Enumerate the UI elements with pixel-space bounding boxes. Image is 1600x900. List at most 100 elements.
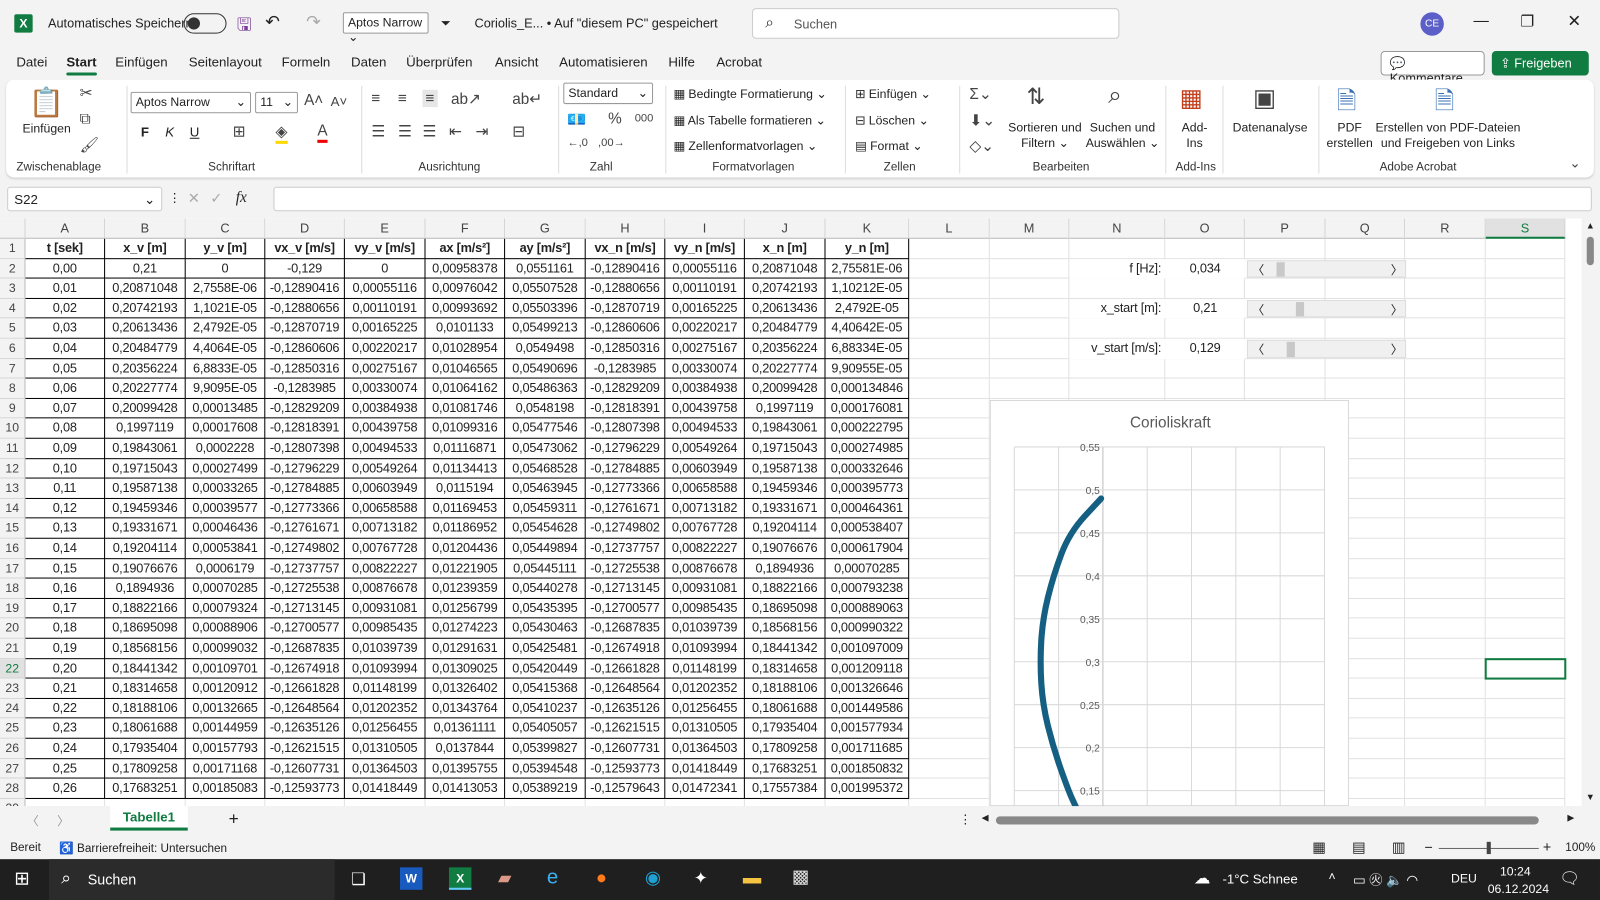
cell-G27[interactable]: 0,05394548 (505, 758, 586, 779)
align-right-icon[interactable]: ☰ (422, 122, 436, 140)
column-header-A[interactable]: A (25, 218, 106, 239)
data-analysis-button[interactable]: Datenanalyse (1233, 120, 1308, 134)
cell-M7[interactable] (989, 358, 1070, 379)
cell-F23[interactable]: 0,01326402 (425, 678, 506, 699)
cell-L6[interactable] (909, 338, 990, 359)
column-header-L[interactable]: L (909, 218, 990, 239)
cell-H18[interactable]: -0,12713145 (585, 578, 666, 599)
cell-J15[interactable]: 0,19204114 (744, 518, 826, 539)
cell-K25[interactable]: 0,001577934 (825, 718, 910, 739)
cell-L24[interactable] (909, 698, 990, 719)
cell-J2[interactable]: 0,20871048 (744, 258, 826, 279)
cell-S14[interactable] (1485, 498, 1566, 519)
cell-R3[interactable] (1405, 278, 1486, 299)
cell-E7[interactable]: 0,00275167 (344, 358, 426, 379)
cell-B11[interactable]: 0,19843061 (105, 438, 186, 459)
cell-G22[interactable]: 0,05420449 (505, 658, 586, 679)
bold-button[interactable]: F (141, 124, 149, 139)
cell-S21[interactable] (1485, 638, 1566, 659)
row-header-18[interactable]: 18 (0, 578, 26, 599)
cell-F20[interactable]: 0,01274223 (425, 618, 506, 639)
cell-S4[interactable] (1485, 298, 1566, 319)
number-format-select[interactable]: Standard ⌄ (563, 82, 654, 105)
cell-B1[interactable]: x_v [m] (105, 238, 186, 259)
font-color-icon[interactable]: A (317, 122, 328, 143)
row-header-23[interactable]: 23 (0, 678, 26, 699)
scroll-up-icon[interactable]: ▲ (1586, 220, 1595, 230)
addins-icon[interactable]: ▦ (1180, 84, 1203, 114)
cell-G7[interactable]: 0,05490696 (505, 358, 586, 379)
cell-M1[interactable] (989, 238, 1070, 259)
column-header-J[interactable]: J (744, 218, 826, 239)
column-header-C[interactable]: C (185, 218, 266, 239)
cell-S20[interactable] (1485, 618, 1566, 639)
slider-v-start[interactable]: 〈〉 (1246, 339, 1407, 358)
cell-S18[interactable] (1485, 578, 1566, 599)
cell-D15[interactable]: -0,12761671 (265, 518, 345, 539)
cell-R2[interactable] (1405, 258, 1486, 279)
cell-S6[interactable] (1485, 338, 1566, 359)
cell-S3[interactable] (1485, 278, 1566, 299)
cell-A26[interactable]: 0,24 (25, 738, 106, 759)
cell-G25[interactable]: 0,05405057 (505, 718, 586, 739)
input-language[interactable]: DEU (1451, 871, 1477, 885)
cell-E17[interactable]: 0,00822227 (344, 558, 426, 579)
cell-H3[interactable]: -0,12880656 (585, 278, 666, 299)
cell-R20[interactable] (1405, 618, 1486, 639)
row-header-16[interactable]: 16 (0, 538, 26, 559)
row-header-27[interactable]: 27 (0, 758, 26, 779)
cell-J20[interactable]: 0,18568156 (744, 618, 826, 639)
cell-A19[interactable]: 0,17 (25, 598, 106, 619)
create-pdf-button[interactable]: PDF erstellen (1327, 120, 1373, 151)
cell-G29[interactable] (505, 798, 586, 807)
cell-K26[interactable]: 0,001711685 (825, 738, 910, 759)
cell-H29[interactable] (586, 798, 666, 807)
clock-date[interactable]: 06.12.2024 (1488, 882, 1549, 896)
cell-B2[interactable]: 0,21 (105, 258, 186, 279)
cell-L26[interactable] (909, 738, 990, 759)
cell-B10[interactable]: 0,1997119 (105, 418, 186, 439)
cell-I22[interactable]: 0,01148199 (665, 658, 745, 679)
cell-K3[interactable]: 1,10212E-05 (825, 278, 910, 299)
cell-E20[interactable]: 0,00985435 (344, 618, 426, 639)
tab-einfuegen[interactable]: Einfügen (115, 54, 167, 69)
cell-I26[interactable]: 0,01364503 (665, 738, 745, 759)
cell-I2[interactable]: 0,00055116 (665, 258, 745, 279)
cell-D29[interactable] (265, 798, 345, 807)
cell-D20[interactable]: -0,12700577 (265, 618, 345, 639)
scroll-down-icon[interactable]: ▼ (1586, 792, 1595, 802)
cell-E23[interactable]: 0,01148199 (344, 678, 426, 699)
cell-F2[interactable]: 0,00958378 (425, 258, 506, 279)
cell-E10[interactable]: 0,00439758 (344, 418, 426, 439)
cell-H24[interactable]: -0,12635126 (585, 698, 666, 719)
cell-F24[interactable]: 0,01343764 (425, 698, 506, 719)
increase-indent-icon[interactable]: ⇥ (476, 122, 489, 140)
cell-S1[interactable] (1485, 238, 1566, 259)
collapse-ribbon-icon[interactable]: ⌄ (1569, 155, 1580, 171)
cell-J21[interactable]: 0,18441342 (744, 638, 826, 659)
cell-R21[interactable] (1405, 638, 1486, 659)
cell-N8[interactable] (1069, 378, 1166, 399)
cell-J19[interactable]: 0,18695098 (744, 598, 826, 619)
cell-G8[interactable]: 0,05486363 (505, 378, 586, 399)
cell-K2[interactable]: 2,75581E-06 (825, 258, 910, 279)
cell-D28[interactable]: -0,12593773 (265, 778, 345, 799)
find-select-button[interactable]: Suchen und Auswählen ⌄ (1086, 120, 1160, 151)
cell-I15[interactable]: 0,00767728 (665, 518, 745, 539)
cell-L13[interactable] (909, 478, 990, 499)
chart-corioliskraft[interactable]: Corioliskraft 0,55 0,5 0,45 0,4 0,35 0,3 0,25 0,… (989, 399, 1349, 811)
cell-J23[interactable]: 0,18188106 (744, 678, 826, 699)
cell-R7[interactable] (1405, 358, 1486, 379)
cell-G11[interactable]: 0,05473062 (505, 438, 586, 459)
cell-H1[interactable]: vx_n [m/s] (585, 238, 666, 259)
cell-F21[interactable]: 0,01291631 (425, 638, 506, 659)
cell-I24[interactable]: 0,01256455 (665, 698, 745, 719)
prev-sheet-icon[interactable]: 〈 (27, 812, 39, 829)
cell-B5[interactable]: 0,20613436 (105, 318, 186, 339)
cell-P5[interactable] (1244, 318, 1326, 339)
slider-left-icon[interactable]: 〈 (1252, 341, 1264, 358)
cell-N1[interactable] (1069, 238, 1166, 259)
sheet-tab-tabelle1[interactable]: Tabelle1 (110, 806, 188, 831)
tray-icons[interactable]: ▭ ㊋ 🔈 ◠ (1353, 869, 1418, 888)
cell-E28[interactable]: 0,01418449 (344, 778, 426, 799)
